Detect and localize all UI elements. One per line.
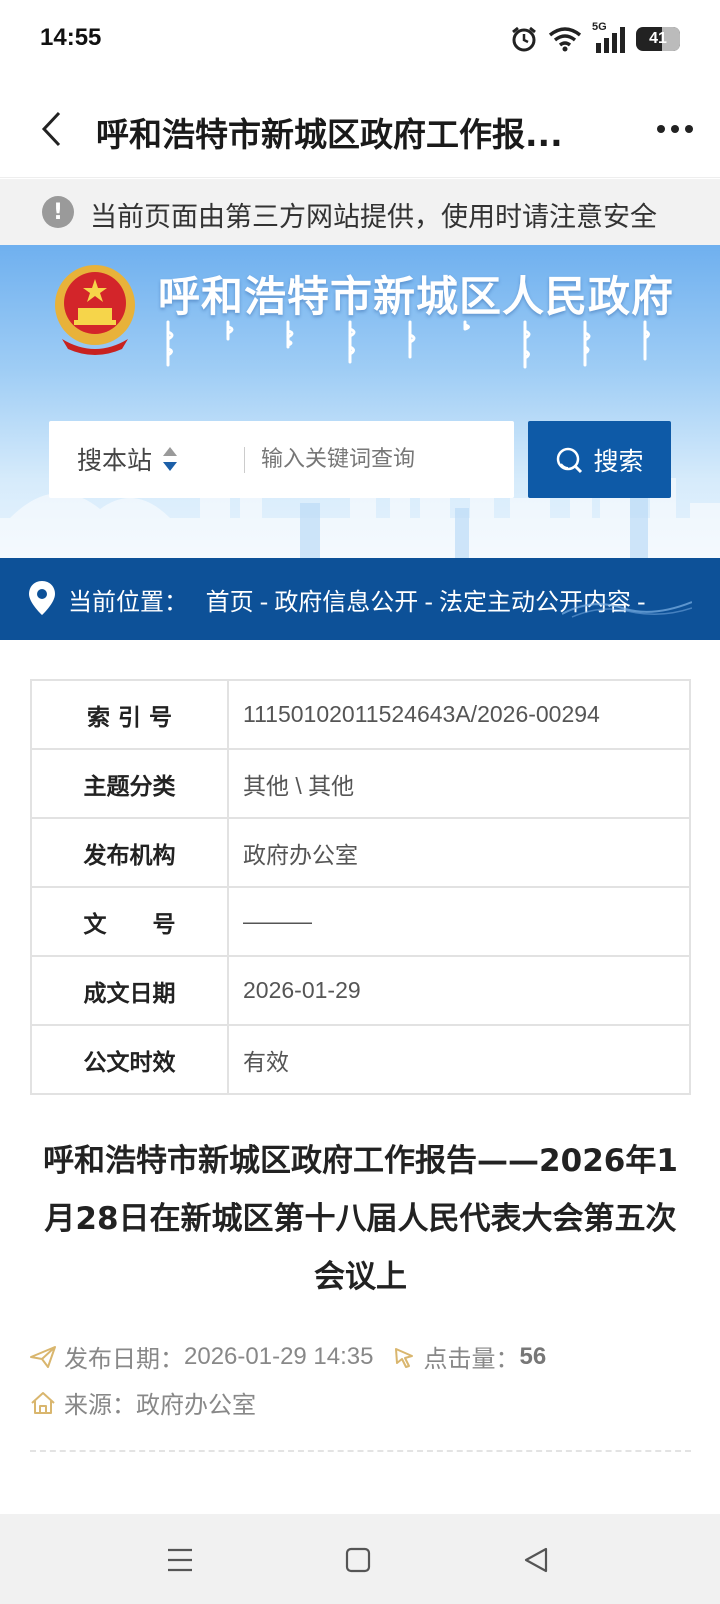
search-scope-label: 搜本站 xyxy=(77,446,153,475)
wifi-icon xyxy=(548,27,582,52)
validity-value: 有效 xyxy=(227,1024,691,1095)
status-time: 14:55 xyxy=(40,24,102,51)
publish-date-label: 发布日期： xyxy=(64,1345,184,1373)
issuing-agency-value: 政府办公室 xyxy=(227,817,691,888)
article-meta-publish: 发布日期： 2026-01-29 14:35 点击量： 56 xyxy=(30,1339,546,1374)
written-date-value: 2026-01-29 xyxy=(227,955,691,1026)
breadcrumb-item-home[interactable]: 首页 xyxy=(206,588,254,616)
government-name: 呼和浩特市新城区人民政府 xyxy=(158,272,675,321)
paper-plane-icon xyxy=(30,1345,56,1368)
battery-icon: 41 xyxy=(636,27,680,51)
validity-label: 公文时效 xyxy=(30,1024,229,1095)
written-date-label: 成文日期 xyxy=(30,955,229,1026)
back-button[interactable] xyxy=(26,104,76,154)
decorative-wave-icon xyxy=(562,601,692,618)
table-row: 文 号 ——— xyxy=(30,886,691,957)
source-value: 政府办公室 xyxy=(136,1391,256,1419)
title-bar: 呼和浩特市新城区政府工作报... xyxy=(0,80,720,178)
views-label: 点击量： xyxy=(423,1345,520,1373)
search-scope-select[interactable]: 搜本站 xyxy=(77,441,178,477)
breadcrumb-sep: - xyxy=(424,588,433,616)
national-emblem-icon xyxy=(55,265,135,355)
status-icons: 5G 41 xyxy=(510,21,680,56)
search-divider xyxy=(244,447,245,473)
divider xyxy=(30,1450,691,1452)
table-row: 索 引 号 11150102011524643A/2026-00294 xyxy=(30,679,691,750)
pointer-click-icon xyxy=(394,1347,413,1368)
index-number-value: 11150102011524643A/2026-00294 xyxy=(227,679,691,750)
page-title: 呼和浩特市新城区政府工作报... xyxy=(96,115,563,154)
document-info-table: 索 引 号 11150102011524643A/2026-00294 主题分类… xyxy=(30,679,691,1095)
publish-date-value: 2026-01-29 14:35 xyxy=(184,1342,374,1370)
system-navigation-bar xyxy=(0,1514,720,1604)
menu-lines-icon xyxy=(168,1548,192,1572)
views-count: 56 xyxy=(519,1342,547,1370)
search-input[interactable] xyxy=(259,435,499,483)
chevron-left-icon xyxy=(41,111,61,147)
more-dots-icon xyxy=(657,125,693,133)
table-row: 发布机构 政府办公室 xyxy=(30,817,691,888)
index-number-label: 索 引 号 xyxy=(30,679,229,750)
document-number-label: 文 号 xyxy=(30,886,229,957)
issuing-agency-label: 发布机构 xyxy=(30,817,229,888)
search-button-label: 搜索 xyxy=(593,446,644,476)
breadcrumb-sep: - xyxy=(259,588,269,616)
breadcrumb: 当前位置： 首页 - 政府信息公开 - 法定主动公开内容 - xyxy=(0,558,720,640)
table-row: 主题分类 其他 \ 其他 xyxy=(30,748,691,819)
breadcrumb-label: 当前位置： xyxy=(68,588,188,616)
mongolian-script-logo xyxy=(166,320,650,369)
nav-menu-button[interactable] xyxy=(160,1540,200,1580)
alarm-icon xyxy=(512,26,536,52)
sort-arrows-icon xyxy=(163,447,178,471)
topic-category-value: 其他 \ 其他 xyxy=(227,748,691,819)
third-party-warning: ! 当前页面由第三方网站提供，使用时请注意安全 xyxy=(0,179,720,245)
search-box: 搜本站 xyxy=(49,421,514,498)
signal-icon: 5G xyxy=(592,21,626,53)
article-meta-source: 来源： 政府办公室 xyxy=(30,1385,256,1420)
square-icon xyxy=(345,1547,371,1573)
status-bar: 14:55 5G 41 xyxy=(0,0,720,80)
nav-home-button[interactable] xyxy=(338,1540,378,1580)
nav-back-button[interactable] xyxy=(516,1540,556,1580)
breadcrumb-item-info-disclosure[interactable]: 政府信息公开 xyxy=(274,588,418,616)
location-pin-icon xyxy=(29,581,55,615)
table-row: 成文日期 2026-01-29 xyxy=(30,955,691,1026)
article-title: 呼和浩特市新城区政府工作报告——2026年1月28日在新城区第十八届人民代表大会… xyxy=(43,1143,678,1295)
more-options-button[interactable] xyxy=(650,106,700,152)
topic-category-label: 主题分类 xyxy=(30,748,229,819)
search-icon xyxy=(557,447,583,473)
home-icon xyxy=(31,1391,55,1414)
document-number-value: ——— xyxy=(227,886,691,957)
table-row: 公文时效 有效 xyxy=(30,1024,691,1095)
exclamation-icon: ! xyxy=(42,196,74,228)
battery-level: 41 xyxy=(649,30,667,47)
search-button[interactable]: 搜索 xyxy=(528,421,671,498)
source-label: 来源： xyxy=(64,1391,136,1419)
triangle-back-icon xyxy=(524,1547,548,1573)
site-banner: 呼和浩特市新城区人民政府 搜本站 搜 xyxy=(0,245,720,558)
warning-text: 当前页面由第三方网站提供，使用时请注意安全 xyxy=(90,202,657,233)
